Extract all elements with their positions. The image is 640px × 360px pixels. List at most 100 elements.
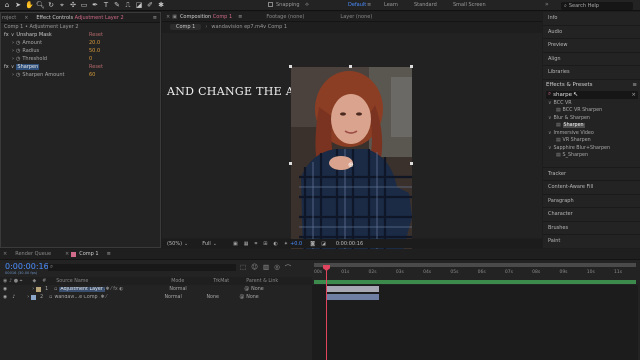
- tab-layer[interactable]: Layer (none): [310, 14, 378, 20]
- col-source-name[interactable]: Source Name: [56, 279, 171, 284]
- expand-chevron-icon[interactable]: ›: [27, 295, 29, 300]
- effect-category[interactable]: ∨ Immersive Video: [546, 130, 640, 138]
- prop-value[interactable]: 20.0: [89, 40, 100, 46]
- visibility-eye-icon[interactable]: ◉: [3, 287, 7, 292]
- panel-paint[interactable]: Paint: [543, 235, 640, 249]
- fx-toggle-icon[interactable]: fx: [4, 64, 9, 70]
- panel-character[interactable]: Character: [543, 208, 640, 222]
- expand-chevron-icon[interactable]: ∨: [548, 116, 552, 121]
- layer-handle[interactable]: [349, 65, 352, 68]
- chevron-down-icon[interactable]: ⌄: [184, 241, 188, 247]
- stopwatch-icon[interactable]: ◷: [16, 48, 20, 54]
- prop-value[interactable]: 0: [89, 56, 92, 62]
- tab-close-icon[interactable]: ×: [57, 251, 71, 257]
- col-parent[interactable]: Parent & Link: [246, 279, 278, 284]
- layer-handle[interactable]: [289, 65, 292, 68]
- show-snapshot-icon[interactable]: ◪: [321, 241, 326, 247]
- layer-switches[interactable]: ✱ ⁄: [100, 295, 164, 300]
- puppet-tool-icon[interactable]: ✱: [157, 1, 165, 9]
- layer-row[interactable]: ◉ ♪ › 2 ▫ wandavi...e Comp 1 ✱ ⁄ Normal …: [0, 293, 312, 301]
- workspace-default[interactable]: Default: [348, 2, 366, 8]
- lock-icon[interactable]: ▣: [172, 14, 180, 20]
- layer-bar-footage[interactable]: [327, 294, 379, 300]
- panel-audio[interactable]: Audio: [543, 26, 640, 39]
- expand-chevron-icon[interactable]: ∨: [548, 101, 552, 106]
- layer-trkmat[interactable]: None: [206, 295, 239, 300]
- guides-icon[interactable]: ⊞: [263, 241, 267, 247]
- brush-tool-icon[interactable]: ✎: [113, 1, 121, 9]
- panel-paragraph[interactable]: Paragraph: [543, 195, 640, 208]
- parent-pickwhip-icon[interactable]: @: [244, 287, 249, 292]
- effect-item[interactable]: ▤ VR Sharpen: [546, 137, 640, 145]
- effect-category[interactable]: ∨ Blur & Sharpen: [546, 115, 640, 123]
- track-area[interactable]: [312, 285, 638, 360]
- effects-search-input[interactable]: ⌕ sharpe ↖ ×: [546, 90, 638, 99]
- home-icon[interactable]: ⌂: [3, 1, 11, 9]
- workspace-learn[interactable]: Learn: [384, 2, 398, 8]
- color-channels-icon[interactable]: ◐: [273, 241, 277, 247]
- selection-tool-icon[interactable]: ➤: [14, 1, 22, 9]
- tab-close-icon[interactable]: ×: [162, 14, 172, 20]
- col-mode[interactable]: Mode: [171, 279, 213, 284]
- snap-options-icon[interactable]: ⟡: [305, 1, 309, 9]
- panel-brushes[interactable]: Brushes: [543, 222, 640, 235]
- shy-layers-icon[interactable]: ☺: [251, 263, 258, 271]
- prop-value[interactable]: 50.0: [89, 48, 100, 54]
- zoom-dropdown[interactable]: (50%): [167, 241, 182, 247]
- camera-tool-icon[interactable]: ⌖: [58, 1, 66, 9]
- tab-close-icon[interactable]: ×: [0, 251, 9, 257]
- expand-chevron-icon[interactable]: ∨: [11, 64, 15, 70]
- playhead[interactable]: [326, 265, 327, 360]
- effect-row-sharpen[interactable]: fx ∨ Sharpen Reset: [1, 63, 160, 71]
- col-trkmat[interactable]: TrkMat: [213, 279, 246, 284]
- rotate-tool-icon[interactable]: ↻: [47, 1, 55, 9]
- panel-menu-icon[interactable]: ≡: [153, 15, 160, 21]
- comp-breadcrumb-pill[interactable]: Comp 1: [170, 24, 202, 30]
- help-search-input[interactable]: ⌕ Search Help: [561, 2, 633, 10]
- audio-icon[interactable]: ♪: [12, 295, 15, 300]
- snapshot-icon[interactable]: ◙: [310, 241, 315, 247]
- mask-visibility-icon[interactable]: ⌗: [254, 241, 257, 247]
- reset-link[interactable]: Reset: [89, 32, 103, 38]
- tab-render-queue[interactable]: Render Queue: [9, 251, 57, 257]
- draft-3d-icon[interactable]: ⬚: [240, 263, 246, 271]
- layer-name[interactable]: Adjustment Layer 2: [59, 286, 106, 292]
- panel-content-aware-fill[interactable]: Content-Aware Fill: [543, 181, 640, 195]
- tab-close-icon[interactable]: ×: [22, 15, 30, 21]
- effects-presets-header[interactable]: Effects & Presets ≡: [546, 80, 640, 90]
- effect-item[interactable]: ▤ S_Sharpen: [546, 152, 640, 160]
- layer-handle[interactable]: [289, 162, 292, 165]
- effect-category[interactable]: ∨ Sapphire Blur+Sharpen: [546, 145, 640, 153]
- effect-row-unsharp-mask[interactable]: fx ∨ Unsharp Mask Reset: [1, 31, 160, 39]
- tab-effect-controls[interactable]: Effect Controls Adjustment Layer 2: [30, 15, 129, 21]
- workspace-menu-icon[interactable]: ≡: [367, 2, 371, 8]
- tab-comp-1[interactable]: Comp 1: [79, 251, 104, 257]
- label-color-swatch[interactable]: [36, 286, 42, 292]
- exposure-icon[interactable]: ✴: [284, 241, 288, 247]
- tab-composition[interactable]: Composition Comp 1: [180, 14, 238, 20]
- layer-handle[interactable]: [410, 162, 413, 165]
- graph-editor-icon[interactable]: ⌒: [285, 262, 292, 272]
- layer-parent[interactable]: None: [246, 295, 259, 300]
- parent-pickwhip-icon[interactable]: @: [239, 295, 244, 300]
- rectangle-tool-icon[interactable]: ▭: [80, 1, 88, 9]
- label-color-swatch[interactable]: [31, 294, 37, 300]
- anchor-point-icon[interactable]: ⊕: [348, 161, 354, 169]
- effect-item[interactable]: ▤ BCC VR Sharpen: [546, 107, 640, 115]
- layer-row[interactable]: ◉ › 1 ▫ Adjustment Layer 2 ✱ ⁄ fx ◐ Norm…: [0, 285, 312, 293]
- timeline-range-bar[interactable]: [314, 280, 636, 284]
- expand-chevron-icon[interactable]: ›: [12, 40, 14, 46]
- timeline-search-input[interactable]: ⌕: [48, 264, 236, 271]
- timecode-display[interactable]: 0:00:00:16 00016 (30.00 fps): [5, 262, 49, 275]
- visibility-eye-icon[interactable]: ◉: [3, 295, 7, 300]
- effect-category[interactable]: ∨ BCC VR: [546, 100, 640, 108]
- panel-align[interactable]: Align: [543, 53, 640, 66]
- chevron-down-icon[interactable]: ⌄: [213, 241, 217, 247]
- expand-chevron-icon[interactable]: ∨: [548, 146, 552, 151]
- panel-menu-icon[interactable]: ≡: [632, 82, 637, 88]
- workspace-standard[interactable]: Standard: [414, 2, 437, 8]
- clear-search-icon[interactable]: ×: [631, 92, 638, 98]
- expand-chevron-icon[interactable]: ›: [12, 48, 14, 54]
- snapping-checkbox[interactable]: [268, 2, 273, 7]
- panel-menu-icon[interactable]: ≡: [105, 251, 111, 257]
